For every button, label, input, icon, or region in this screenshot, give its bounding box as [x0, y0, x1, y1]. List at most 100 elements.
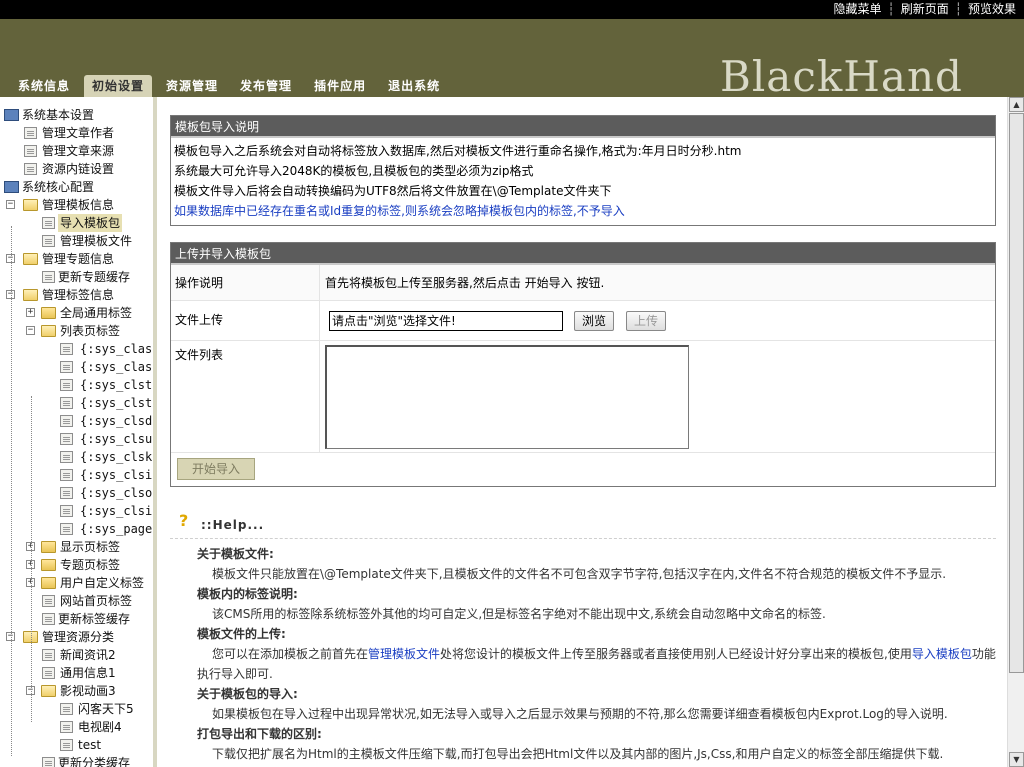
help-header: ? ::Help... — [170, 505, 996, 539]
refresh-page-link[interactable]: 刷新页面 — [901, 1, 949, 17]
help-title: ::Help... — [201, 518, 265, 532]
tree-node-home-label[interactable]: 网站首页标签 — [0, 592, 153, 610]
expand-toggle-icon[interactable]: + — [26, 308, 35, 317]
tree-node-topic-cache[interactable]: 更新专题缓存 — [0, 268, 153, 286]
tree-node-list-item[interactable]: {:sys_classp — [0, 358, 153, 376]
help-heading: 关于模板文件: — [197, 547, 274, 561]
tree-node-list-item[interactable]: {:sys_clsinfc — [0, 466, 153, 484]
page-icon — [60, 415, 73, 427]
help-text: 如果模板包在导入过程中出现异常状况,如无法导入或导入之后显示效果与预期的不符,那… — [212, 707, 948, 721]
help-section: ? ::Help... 关于模板文件: 模板文件只能放置在\@Template文… — [170, 505, 996, 764]
tree-node-tv[interactable]: 电视剧4 — [0, 718, 153, 736]
browse-button[interactable]: 浏览 — [574, 311, 614, 331]
tree-node-innerlink[interactable]: 资源内链设置 — [0, 160, 153, 178]
manage-template-file-link[interactable]: 管理模板文件 — [368, 647, 440, 661]
tree-node-tpl-file[interactable]: 管理模板文件 — [0, 232, 153, 250]
scroll-down-arrow-icon[interactable]: ▼ — [1009, 752, 1024, 767]
tree-node-source[interactable]: 管理文章来源 — [0, 142, 153, 160]
help-text: 该CMS所用的标签除系统标签外其他的均可自定义,但是标签名字绝对不能出现中文,系… — [212, 607, 826, 621]
tab-initial-settings[interactable]: 初始设置 — [84, 75, 153, 97]
tree-node-sys-core[interactable]: 系统核心配置 — [0, 178, 153, 196]
tree-node-video[interactable]: − 影视动画3 — [0, 682, 153, 700]
scroll-up-arrow-icon[interactable]: ▲ — [1009, 97, 1024, 112]
tree-node-general[interactable]: 通用信息1 — [0, 664, 153, 682]
hide-menu-link[interactable]: 隐藏菜单 — [833, 1, 881, 17]
tree-node-label-cache[interactable]: 更新标签缓存 — [0, 610, 153, 628]
tree-node-list-item[interactable]: {:sys_clstitle — [0, 394, 153, 412]
tab-publish-management[interactable]: 发布管理 — [232, 75, 300, 97]
folder-icon — [41, 559, 56, 571]
tree-node-list-label[interactable]: − 列表页标签 — [0, 322, 153, 340]
page-icon — [42, 595, 55, 607]
file-list-box[interactable] — [325, 345, 689, 449]
import-template-link[interactable]: 导入模板包 — [912, 647, 972, 661]
scroll-thumb[interactable] — [1009, 113, 1024, 673]
tree-node-class-cache[interactable]: 更新分类缓存 — [0, 754, 153, 767]
tab-exit-system[interactable]: 退出系统 — [380, 75, 448, 97]
help-heading: 模板文件的上传: — [197, 627, 286, 641]
page-icon — [60, 397, 73, 409]
tree-node-tpl-info[interactable]: − 管理模板信息 — [0, 196, 153, 214]
logo: BlackHand — [720, 55, 963, 97]
help-text: 下载仅把扩展名为Html的主模板文件压缩下载,而打包导出会把Html文件以及其内… — [212, 747, 944, 761]
file-upload-row: 文件上传 请点击"浏览"选择文件! 浏览 上传 — [171, 300, 995, 340]
tab-plugin-apps[interactable]: 插件应用 — [306, 75, 374, 97]
intro-line: 系统最大可允许导入2048K的模板包,且模板包的类型必须为zip格式 — [174, 164, 534, 178]
tree-node-custom-label[interactable]: + 用户自定义标签 — [0, 574, 153, 592]
vertical-scrollbar[interactable]: ▲ ▼ — [1007, 97, 1024, 767]
top-links: 隐藏菜单 ┆ 刷新页面 ┆ 预览效果 — [833, 1, 1016, 17]
tree-node-flash[interactable]: 闪客天下5 — [0, 700, 153, 718]
tree-node-list-item[interactable]: {:sys_clstitle — [0, 376, 153, 394]
tree-node-list-item[interactable]: {:sys_classp — [0, 340, 153, 358]
operation-row: 操作说明 首先将模板包上传至服务器,然后点击 开始导入 按钮. — [171, 265, 995, 300]
folder-open-icon — [41, 325, 56, 337]
help-question-icon: ? — [179, 511, 189, 530]
start-row: 开始导入 — [171, 452, 995, 484]
tree-node-topic-info[interactable]: − 管理专题信息 — [0, 250, 153, 268]
tab-resource-management[interactable]: 资源管理 — [158, 75, 226, 97]
page-icon — [60, 487, 73, 499]
page-icon — [60, 361, 73, 373]
tree-node-list-item[interactable]: {:sys_clsid:} — [0, 502, 153, 520]
tree-node-test[interactable]: test — [0, 736, 153, 754]
tree-node-label-info[interactable]: − 管理标签信息 — [0, 286, 153, 304]
tree-node-list-item[interactable]: {:sys_clsdire — [0, 412, 153, 430]
folder-open-icon — [23, 199, 38, 211]
tree-node-global-label[interactable]: + 全局通用标签 — [0, 304, 153, 322]
tree-node-res-class[interactable]: − 管理资源分类 — [0, 628, 153, 646]
start-import-button[interactable]: 开始导入 — [177, 458, 255, 480]
edit-page-icon — [42, 271, 55, 283]
tree-node-list-item[interactable]: {:sys_pagel — [0, 520, 153, 538]
page-icon — [24, 163, 37, 175]
collapse-toggle-icon[interactable]: − — [26, 326, 35, 335]
collapse-toggle-icon[interactable]: − — [6, 200, 15, 209]
tree-node-sys-basic[interactable]: 系统基本设置 — [0, 106, 153, 124]
edit-page-icon — [42, 613, 55, 625]
page-icon — [60, 469, 73, 481]
main-content: 模板包导入说明 模板包导入之后系统会对自动将标签放入数据库,然后对模板文件进行重… — [161, 97, 1007, 767]
intro-warning: 如果数据库中已经存在重名或Id重复的标签,则系统会忽略掉模板包内的标签,不予导入 — [174, 204, 625, 218]
page-icon — [60, 523, 73, 535]
preview-link[interactable]: 预览效果 — [968, 1, 1016, 17]
top-bar: 隐藏菜单 ┆ 刷新页面 ┆ 预览效果 — [0, 0, 1024, 19]
tree-node-import-tpl[interactable]: 导入模板包 — [0, 214, 153, 232]
page-icon — [42, 217, 55, 229]
file-path-input[interactable]: 请点击"浏览"选择文件! — [329, 311, 563, 331]
tree-node-list-item[interactable]: {:sys_clsorc — [0, 484, 153, 502]
upload-button[interactable]: 上传 — [626, 311, 666, 331]
computer-icon — [4, 181, 19, 193]
tab-system-info[interactable]: 系统信息 — [10, 75, 78, 97]
folder-icon — [41, 541, 56, 553]
tree-node-topic-label[interactable]: + 专题页标签 — [0, 556, 153, 574]
tree-node-author[interactable]: 管理文章作者 — [0, 124, 153, 142]
tree-node-list-item[interactable]: {:sys_clskey — [0, 448, 153, 466]
edit-page-icon — [42, 757, 55, 767]
tree-node-list-item[interactable]: {:sys_clsurl: — [0, 430, 153, 448]
tree-node-news[interactable]: 新闻资讯2 — [0, 646, 153, 664]
import-intro-panel: 模板包导入说明 模板包导入之后系统会对自动将标签放入数据库,然后对模板文件进行重… — [170, 115, 996, 226]
upload-panel: 上传并导入模板包 操作说明 首先将模板包上传至服务器,然后点击 开始导入 按钮.… — [170, 242, 996, 487]
page-icon — [42, 649, 55, 661]
help-heading: 模板内的标签说明: — [197, 587, 298, 601]
tree-node-show-label[interactable]: + 显示页标签 — [0, 538, 153, 556]
computer-icon — [4, 109, 19, 121]
